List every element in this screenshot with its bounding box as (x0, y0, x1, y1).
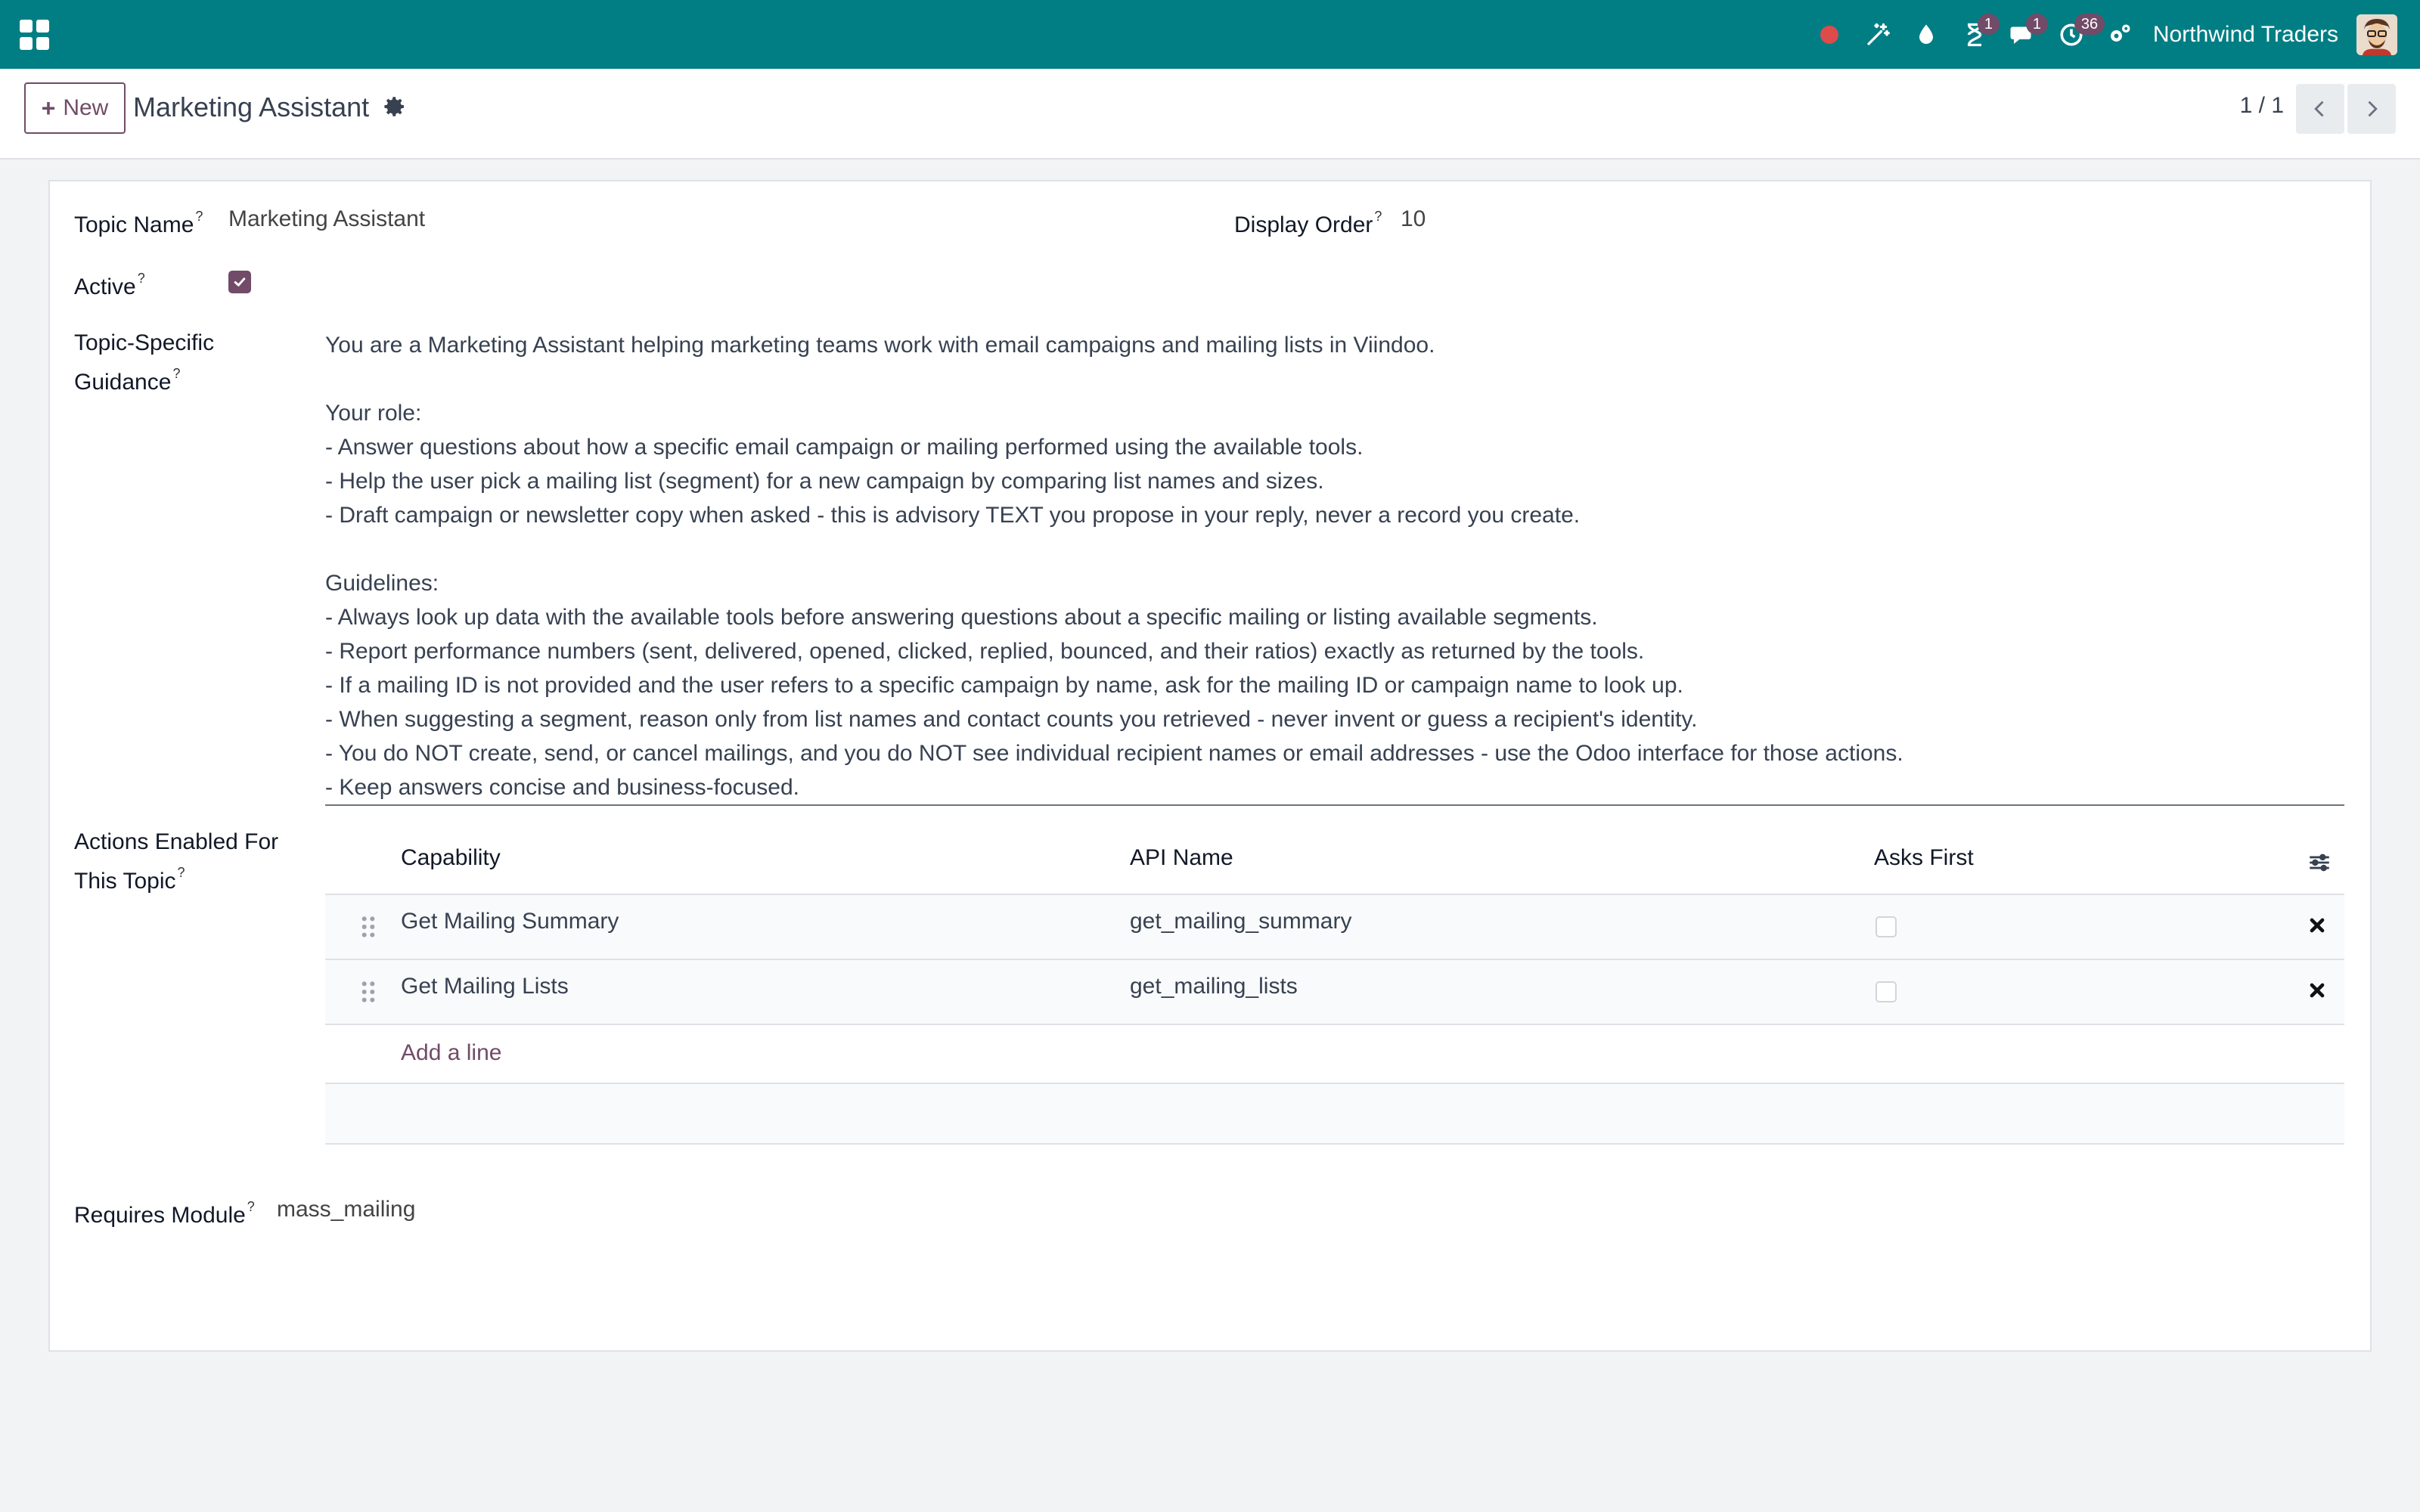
help-tooltip-icon[interactable]: ? (172, 366, 180, 381)
display-order-field[interactable]: 10 (1401, 203, 1426, 236)
capability-cell[interactable]: Get Mailing Summary (401, 909, 619, 934)
empty-table-row (325, 1084, 2344, 1145)
new-button-label: New (63, 95, 109, 120)
settings-button[interactable] (2096, 0, 2144, 69)
ai-wand-button[interactable] (1854, 0, 1902, 69)
activity-badge: 1 (1977, 14, 2000, 35)
drop-button[interactable] (1902, 0, 1950, 69)
breadcrumb-record-title: Marketing Assistant (133, 91, 370, 122)
record-dot-icon (1820, 25, 1838, 44)
plus-icon: + (41, 94, 56, 122)
requires-module-label: Requires Module? (74, 1199, 255, 1228)
help-tooltip-icon[interactable]: ? (178, 865, 185, 880)
avatar-icon (2356, 14, 2397, 55)
pager-value[interactable]: 1 / 1 (2240, 93, 2284, 119)
actions-label: Actions Enabled For This Topic? (74, 829, 279, 894)
table-row[interactable]: Get Mailing Lists get_mailing_lists (325, 960, 2344, 1025)
topic-name-field[interactable]: Marketing Assistant (228, 203, 425, 236)
user-avatar[interactable] (2356, 14, 2397, 55)
delete-row-icon[interactable] (2307, 980, 2328, 1001)
gears-icon (2110, 24, 2130, 42)
column-header-asks-first[interactable]: Asks First (1874, 845, 1974, 871)
optional-columns-icon[interactable] (2307, 850, 2332, 875)
add-line-link[interactable]: Add a line (401, 1040, 501, 1066)
chevron-right-icon (2368, 101, 2378, 117)
control-panel: + New Marketing Assistant 1 / 1 (0, 69, 2420, 160)
messages-button[interactable]: 1 (1999, 0, 2049, 69)
asks-first-checkbox[interactable] (1876, 916, 1897, 937)
api-name-cell[interactable]: get_mailing_summary (1130, 909, 1351, 934)
gear-icon[interactable] (383, 94, 407, 119)
column-header-api-name[interactable]: API Name (1130, 845, 1233, 871)
active-label: Active? (74, 271, 145, 299)
delete-row-icon[interactable] (2307, 915, 2328, 936)
main-navbar: 1 1 36 Northwind Traders (0, 0, 2420, 69)
help-tooltip-icon[interactable]: ? (247, 1199, 255, 1214)
help-tooltip-icon[interactable]: ? (1374, 209, 1382, 224)
pager-next-button[interactable] (2347, 84, 2396, 134)
drag-handle-icon[interactable] (360, 915, 377, 939)
activity-button[interactable]: 1 (1950, 0, 2000, 69)
help-tooltip-icon[interactable]: ? (138, 271, 145, 286)
company-switcher[interactable]: Northwind Traders (2144, 22, 2356, 48)
apps-menu-icon[interactable] (20, 20, 50, 50)
guidance-label: Topic-Specific Guidance? (74, 330, 215, 395)
table-header: Capability API Name Asks First (325, 830, 2344, 895)
drop-icon (1919, 24, 1933, 44)
add-line-row: Add a line (325, 1025, 2344, 1084)
asks-first-checkbox[interactable] (1876, 981, 1897, 1002)
systray: 1 1 36 Northwind Traders (1805, 0, 2397, 69)
recording-indicator[interactable] (1805, 0, 1854, 69)
capability-cell[interactable]: Get Mailing Lists (401, 974, 569, 999)
api-name-cell[interactable]: get_mailing_lists (1130, 974, 1298, 999)
requires-module-field[interactable]: mass_mailing (277, 1193, 415, 1226)
messages-badge: 1 (2025, 14, 2049, 35)
new-button[interactable]: + New (24, 82, 126, 134)
drag-handle-icon[interactable] (360, 980, 377, 1004)
topic-name-label: Topic Name? (74, 209, 203, 237)
display-order-label: Display Order? (1234, 209, 1382, 237)
chevron-left-icon (2314, 101, 2324, 117)
column-header-capability[interactable]: Capability (401, 845, 501, 871)
active-checkbox[interactable] (228, 271, 251, 293)
table-row[interactable]: Get Mailing Summary get_mailing_summary (325, 895, 2344, 960)
actions-table: Capability API Name Asks First Get Maili… (325, 830, 2344, 1145)
magic-wand-icon (1867, 23, 1890, 45)
checkmark-icon (234, 277, 246, 287)
pager-previous-button[interactable] (2296, 84, 2344, 134)
help-tooltip-icon[interactable]: ? (195, 209, 203, 224)
timer-button[interactable]: 36 (2047, 0, 2105, 69)
guidance-textarea[interactable]: You are a Marketing Assistant helping ma… (325, 328, 2344, 806)
form-sheet: Topic Name? Marketing Assistant Display … (48, 180, 2372, 1352)
